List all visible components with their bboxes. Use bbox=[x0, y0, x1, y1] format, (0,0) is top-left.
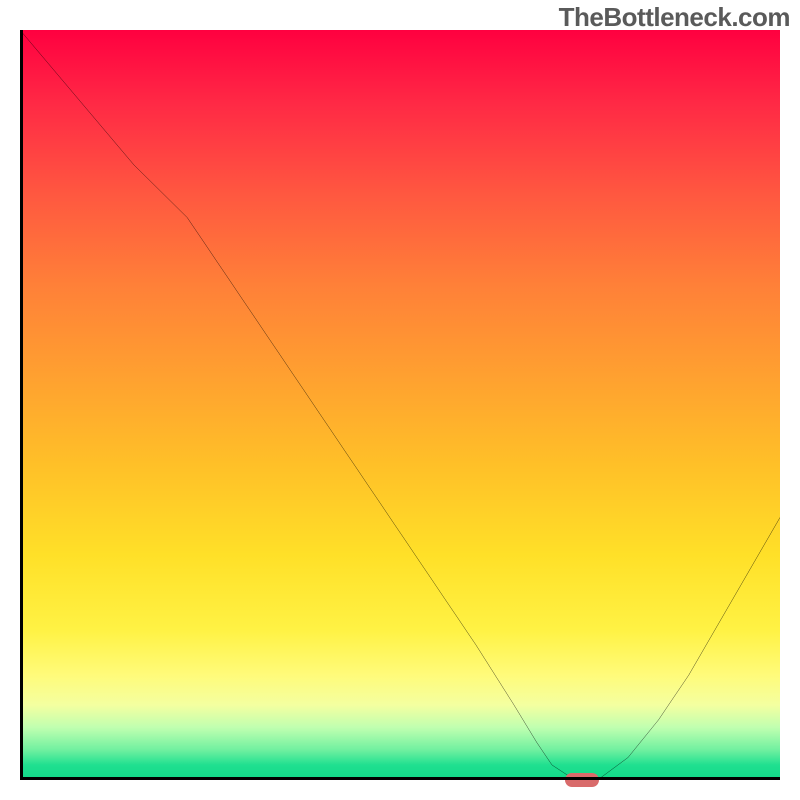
bottleneck-curve bbox=[20, 30, 780, 780]
optimal-point-marker bbox=[565, 773, 599, 787]
watermark-text: TheBottleneck.com bbox=[559, 2, 790, 33]
plot-area bbox=[20, 30, 780, 780]
